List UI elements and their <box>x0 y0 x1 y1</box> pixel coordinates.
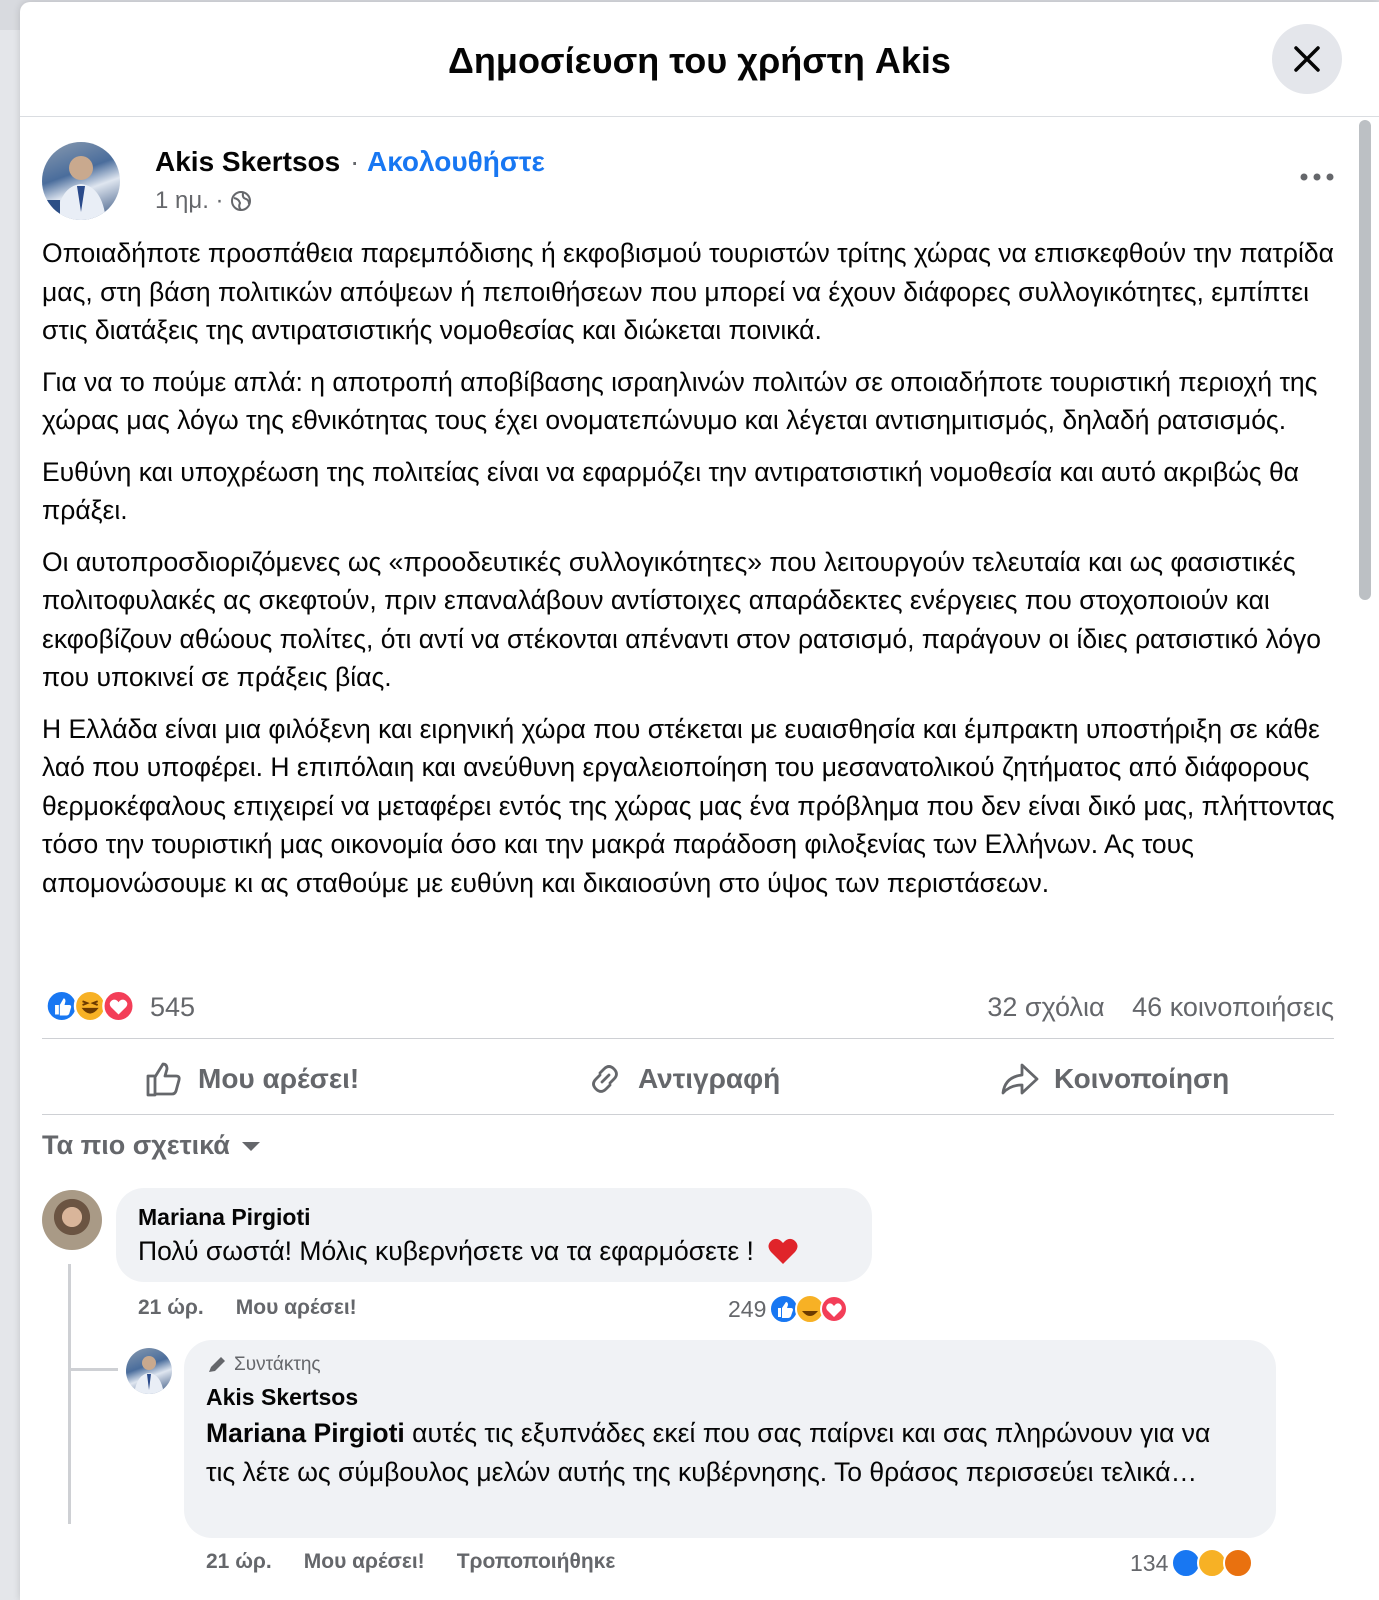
reactions-summary: 545 32 σχόλια 46 κοινοποιήσεις <box>42 986 1334 1030</box>
comment-reaction-icons <box>769 1294 849 1324</box>
comment-text-content: Πολύ σωστά! Μόλις κυβερνήσετε να τα εφαρ… <box>138 1236 754 1266</box>
edited-label[interactable]: Τροποποιήθηκε <box>457 1550 616 1574</box>
copy-button[interactable]: Αντιγραφή <box>586 1054 780 1104</box>
like-button[interactable]: Μου αρέσει! <box>144 1054 359 1104</box>
globe-icon <box>230 191 251 211</box>
comment-author[interactable]: Mariana Pirgioti <box>138 1204 311 1231</box>
author-avatar[interactable] <box>42 142 120 220</box>
modal-title: Δημοσίευση του χρήστη Akis <box>448 40 951 81</box>
divider <box>42 1114 1334 1115</box>
reply-reaction-count: 134 <box>1130 1549 1169 1576</box>
author-badge-label: Συντάκτης <box>234 1354 321 1375</box>
post-header: Akis Skertsos · Ακολουθήστε 1 ημ. · <box>42 142 1342 222</box>
comments-count[interactable]: 32 σχόλια <box>987 992 1104 1022</box>
post-body: Οποιαδήποτε προσπάθεια παρεμπόδισης ή εκ… <box>42 234 1342 915</box>
close-icon <box>1294 46 1320 72</box>
reply-reactions[interactable]: 134 <box>1130 1546 1266 1580</box>
mention-link[interactable]: Mariana Pirgioti <box>206 1418 405 1448</box>
post-paragraph: Οποιαδήποτε προσπάθεια παρεμπόδισης ή εκ… <box>42 238 1334 345</box>
love-reaction-icon <box>102 989 135 1023</box>
avatar-figure <box>134 1356 164 1394</box>
comment-like-link[interactable]: Μου αρέσει! <box>236 1296 357 1320</box>
avatar-figure <box>42 156 106 220</box>
post-paragraph: Για να το πούμε απλά: η αποτροπή αποβίβα… <box>42 366 1318 436</box>
reaction-count[interactable]: 545 <box>150 992 195 1023</box>
author-badge: Συντάκτης <box>206 1354 321 1376</box>
name-separator: · <box>350 146 360 177</box>
shares-count[interactable]: 46 κοινοποιήσεις <box>1132 992 1334 1022</box>
share-button[interactable]: Κοινοποίηση <box>1000 1054 1229 1104</box>
heart-emoji-icon <box>768 1238 798 1264</box>
comment-meta: 21 ώρ. Μου αρέσει! <box>138 1296 357 1320</box>
commenter-avatar[interactable] <box>42 1190 102 1250</box>
sort-label: Τα πιο σχετικά <box>42 1130 230 1160</box>
close-button[interactable] <box>1272 24 1342 94</box>
divider <box>42 1038 1334 1039</box>
reply-time[interactable]: 21 ώρ. <box>206 1550 272 1574</box>
reply-bubble: Συντάκτης Akis Skertsos Mariana Pirgioti… <box>184 1340 1276 1538</box>
post-timestamp: 1 ημ. · <box>155 187 252 215</box>
link-icon <box>592 1065 618 1093</box>
author-name[interactable]: Akis Skertsos <box>155 146 340 178</box>
reply-meta: 21 ώρ. Μου αρέσει! Τροποποιήθηκε <box>206 1550 615 1574</box>
thread-line <box>68 1264 71 1524</box>
post-stats: 32 σχόλια 46 κοινοποιήσεις <box>967 992 1334 1023</box>
caret-down-icon <box>241 1141 260 1151</box>
haha-reaction-icon <box>73 989 107 1023</box>
reply-author[interactable]: Akis Skertsos <box>206 1384 358 1411</box>
reply-author-avatar[interactable] <box>126 1348 172 1394</box>
thread-line <box>68 1368 118 1371</box>
post-paragraph: Οι αυτοπροσδιοριζόμενες ως «προοδευτικές… <box>42 546 1322 693</box>
like-button-label: Μου αρέσει! <box>198 1063 360 1094</box>
reply-reaction-icons <box>1171 1548 1254 1578</box>
copy-button-label: Αντιγραφή <box>638 1063 781 1094</box>
post-paragraph: Η Ελλάδα είναι μια φιλόξενη και ειρηνική… <box>42 713 1335 898</box>
more-icon <box>1300 173 1334 181</box>
comment-text: Πολύ σωστά! Μόλις κυβερνήσετε να τα εφαρ… <box>138 1232 799 1271</box>
comment-bubble: Mariana Pirgioti Πολύ σωστά! Μόλις κυβερ… <box>116 1188 872 1282</box>
comment-sort-dropdown[interactable]: Τα πιο σχετικά <box>42 1130 262 1161</box>
modal-header: Δημοσίευση του χρήστη Akis <box>20 2 1379 117</box>
more-options-button[interactable] <box>1292 162 1342 192</box>
share-button-label: Κοινοποίηση <box>1054 1063 1230 1094</box>
scrollbar[interactable] <box>1359 120 1371 600</box>
like-reaction-icon <box>45 989 79 1023</box>
follow-link[interactable]: Ακολουθήστε <box>367 146 545 178</box>
post-time[interactable]: 1 ημ. · <box>155 187 224 215</box>
pen-icon <box>209 1357 225 1372</box>
reaction-icons[interactable] <box>42 988 142 1024</box>
reply-like-link[interactable]: Μου αρέσει! <box>304 1550 425 1574</box>
reply-text: Mariana Pirgioti αυτές τις εξυπνάδες εκε… <box>206 1414 1246 1491</box>
comment-reaction-count: 249 <box>728 1295 767 1322</box>
post-paragraph: Ευθύνη και υποχρέωση της πολιτείας είναι… <box>42 456 1300 526</box>
post-modal: Δημοσίευση του χρήστη Akis Akis Skertsos… <box>20 2 1379 1600</box>
thumbs-up-icon <box>146 1062 181 1097</box>
comment-time[interactable]: 21 ώρ. <box>138 1296 204 1320</box>
share-arrow-icon <box>1001 1063 1039 1095</box>
comment-reactions[interactable]: 249 <box>728 1292 849 1326</box>
